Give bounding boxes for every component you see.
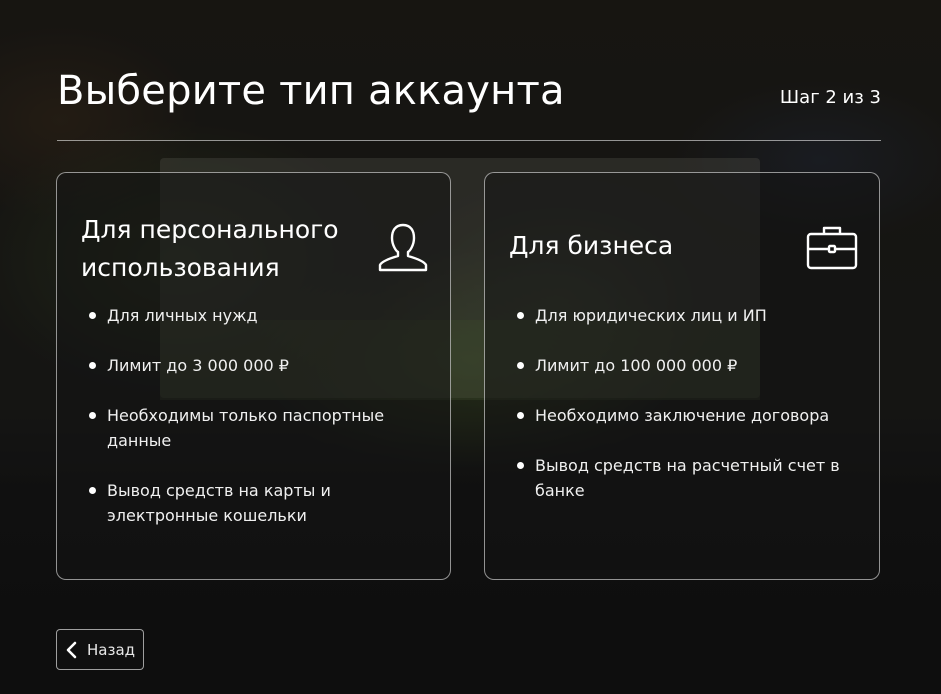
- briefcase-icon: [806, 226, 858, 270]
- feature-item: Вывод средств на карты и электронные кош…: [81, 478, 420, 528]
- card-title-line: Для персонального: [81, 215, 339, 244]
- page-title: Выберите тип аккаунта: [57, 68, 565, 114]
- chevron-left-icon: [66, 641, 77, 658]
- feature-item: Необходимо заключение договора: [509, 403, 849, 428]
- account-type-personal-card[interactable]: Для персонального использования Для личн…: [56, 172, 451, 580]
- back-button[interactable]: Назад: [56, 629, 144, 670]
- card-title: Для бизнеса: [509, 231, 674, 260]
- feature-item: Лимит до 3 000 000 ₽: [81, 353, 420, 378]
- page-header: Выберите тип аккаунта Шаг 2 из 3: [57, 60, 881, 141]
- feature-item: Лимит до 100 000 000 ₽: [509, 353, 849, 378]
- feature-list: Для личных нужд Лимит до 3 000 000 ₽ Нео…: [81, 303, 420, 553]
- feature-item: Необходимы только паспортные данные: [81, 403, 420, 453]
- card-title-line: использования: [81, 253, 280, 282]
- feature-item: Для юридических лиц и ИП: [509, 303, 849, 328]
- card-title: Для персонального использования: [81, 211, 339, 287]
- user-icon: [378, 223, 428, 272]
- feature-list: Для юридических лиц и ИП Лимит до 100 00…: [509, 303, 849, 528]
- feature-item: Вывод средств на расчетный счет в банке: [509, 453, 849, 503]
- back-button-label: Назад: [87, 640, 136, 659]
- feature-item: Для личных нужд: [81, 303, 420, 328]
- step-indicator: Шаг 2 из 3: [779, 87, 881, 108]
- account-type-business-card[interactable]: Для бизнеса Для юридических лиц и ИП Лим…: [484, 172, 880, 580]
